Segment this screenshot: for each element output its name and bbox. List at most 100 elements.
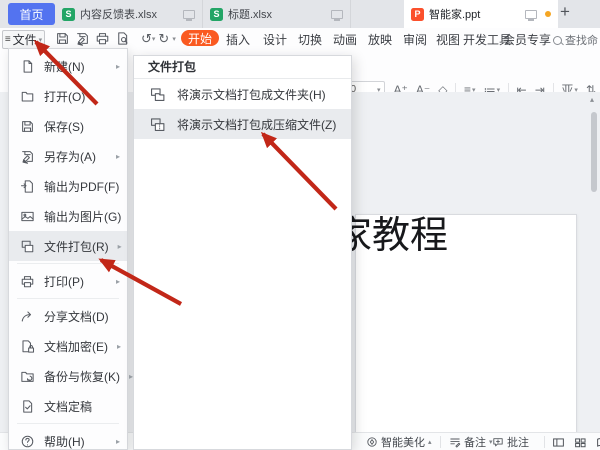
menu-item-label: 另存为(A) xyxy=(44,148,107,165)
file-menu-entry: 保存(S) xyxy=(9,111,127,141)
file-menu-item[interactable]: 输出为图片(G) xyxy=(9,201,127,231)
notes-icon xyxy=(449,436,461,448)
menu-item-icon xyxy=(20,239,35,254)
ribbon-tab[interactable]: 审阅 xyxy=(403,31,427,48)
file-menu-entry: 备份与恢复(K) ▸ xyxy=(9,361,127,391)
menu-item-icon xyxy=(20,399,35,414)
file-menu-item[interactable]: 新建(N) ▸ xyxy=(9,51,127,81)
comment-icon xyxy=(492,436,504,448)
file-menu-item[interactable]: 分享文档(D) xyxy=(9,301,127,331)
document-tab[interactable]: S 内容反馈表.xlsx xyxy=(55,0,203,28)
scroll-up-icon[interactable]: ▴ xyxy=(590,95,594,104)
menu-item-label: 文档加密(E) xyxy=(44,338,108,355)
file-menu-entry: 文件打包(R) ▸ xyxy=(9,231,127,264)
submenu-arrow-icon: ▸ xyxy=(117,342,121,351)
file-type-icon: P xyxy=(411,8,424,21)
file-type-icon: S xyxy=(62,8,75,21)
menu-item-label: 打开(O) xyxy=(44,88,121,105)
file-menu-entry: 打开(O) xyxy=(9,81,127,111)
ribbon-tab[interactable]: 放映 xyxy=(368,31,392,48)
menu-separator xyxy=(17,263,119,264)
submenu-item[interactable]: 将演示文档打包成压缩文件(Z) xyxy=(134,109,351,139)
document-tab[interactable]: P 智能家.ppt xyxy=(404,0,558,28)
document-tab[interactable]: S 标题.xlsx xyxy=(203,0,351,28)
submenu-arrow-icon: ▸ xyxy=(116,152,120,161)
scrollbar-thumb[interactable] xyxy=(591,112,597,192)
menu-separator xyxy=(17,298,119,299)
normal-view-icon[interactable] xyxy=(552,436,565,449)
ribbon-tab[interactable]: 视图 xyxy=(436,31,460,48)
new-tab-button[interactable]: + xyxy=(560,2,570,22)
file-menu-item[interactable]: 打开(O) xyxy=(9,81,127,111)
vertical-scrollbar[interactable]: ▴ xyxy=(589,92,600,432)
package-icon xyxy=(149,116,166,133)
wps-presentation-window: 首页 S 内容反馈表.xlsx S 标题.xlsx P xyxy=(0,0,600,450)
menu-item-label: 新建(N) xyxy=(44,58,107,75)
file-menu-item[interactable]: 打印(P) ▸ xyxy=(9,266,127,296)
file-menu-item[interactable]: 帮助(H) ▸ xyxy=(9,426,127,450)
tab-title: 标题.xlsx xyxy=(228,6,327,22)
screencast-icon[interactable] xyxy=(183,10,195,19)
ribbon-tab-start[interactable]: 开始 xyxy=(181,30,219,46)
file-menu-entry: 文档定稿 xyxy=(9,391,127,424)
file-menu-entry: 分享文档(D) xyxy=(9,301,127,331)
menu-item-icon xyxy=(20,309,35,324)
ribbon-tab[interactable]: 设计 xyxy=(263,31,287,48)
file-menu-item[interactable]: 另存为(A) ▸ xyxy=(9,141,127,171)
menu-item-label: 输出为图片(G) xyxy=(44,208,121,225)
menu-item-label: 文件打包(R) xyxy=(44,238,109,255)
divider xyxy=(544,436,545,448)
smart-beautify-button[interactable]: 智能美化 ▴ xyxy=(366,433,432,450)
ribbon-tab[interactable]: 切换 xyxy=(298,31,322,48)
chevron-up-icon: ▴ xyxy=(428,438,432,446)
ribbon-tab[interactable]: 会员专享 xyxy=(503,31,551,48)
menu-item-label: 备份与恢复(K) xyxy=(44,368,120,385)
ribbon-tab[interactable]: 插入 xyxy=(226,31,250,48)
menu-item-label: 保存(S) xyxy=(44,118,121,135)
menu-item-icon xyxy=(20,274,35,289)
screencast-icon[interactable] xyxy=(331,10,343,19)
file-menu-entry: 新建(N) ▸ xyxy=(9,51,127,81)
beautify-label: 智能美化 xyxy=(381,434,425,450)
view-switcher xyxy=(552,433,600,450)
submenu-item[interactable]: 将演示文档打包成文件夹(H) xyxy=(134,79,351,109)
file-menu-item[interactable]: 输出为PDF(F) xyxy=(9,171,127,201)
reading-view-icon[interactable] xyxy=(596,436,600,449)
comments-button[interactable]: 批注 xyxy=(492,433,529,450)
package-icon xyxy=(149,86,166,103)
file-menu-item[interactable]: 保存(S) xyxy=(9,111,127,141)
open-document-tabs: S 内容反馈表.xlsx S 标题.xlsx P 智能家.ppt xyxy=(55,0,558,28)
menu-item-label: 打印(P) xyxy=(44,273,107,290)
comments-label: 批注 xyxy=(507,434,529,450)
submenu-arrow-icon: ▸ xyxy=(116,277,120,286)
file-menu-entry: 打印(P) ▸ xyxy=(9,266,127,299)
menu-item-label: 文档定稿 xyxy=(44,398,121,415)
notes-label: 备注 xyxy=(464,434,486,450)
file-type-icon: S xyxy=(210,8,223,21)
file-menu-item[interactable]: 文档加密(E) ▸ xyxy=(9,331,127,361)
file-menu-item[interactable]: 文件打包(R) ▸ xyxy=(9,231,127,261)
menu-item-label: 输出为PDF(F) xyxy=(44,178,121,195)
menu-item-label: 帮助(H) xyxy=(44,433,107,450)
find-command-box[interactable]: 查找命 xyxy=(553,32,600,48)
menu-item-icon xyxy=(20,149,35,164)
screencast-icon[interactable] xyxy=(525,10,537,19)
file-menu-item[interactable]: 备份与恢复(K) ▸ xyxy=(9,361,127,391)
file-menu-entry: 另存为(A) ▸ xyxy=(9,141,127,171)
unsaved-dot-icon xyxy=(545,11,551,17)
divider xyxy=(440,436,441,448)
submenu-item-label: 将演示文档打包成文件夹(H) xyxy=(177,86,326,103)
submenu-title: 文件打包 xyxy=(134,56,351,78)
home-button[interactable]: 首页 xyxy=(8,3,55,25)
file-menu-entry: 输出为图片(G) xyxy=(9,201,127,231)
menu-item-icon xyxy=(20,209,35,224)
menu-item-icon xyxy=(20,119,35,134)
file-menu-item[interactable]: 文档定稿 xyxy=(9,391,127,421)
submenu-arrow-icon: ▸ xyxy=(116,62,120,71)
submenu-item-label: 将演示文档打包成压缩文件(Z) xyxy=(177,116,336,133)
file-menu-entry: 输出为PDF(F) xyxy=(9,171,127,201)
file-menu-entry: 文档加密(E) ▸ xyxy=(9,331,127,361)
slide-sorter-icon[interactable] xyxy=(574,436,587,449)
ribbon-tab[interactable]: 动画 xyxy=(333,31,357,48)
notes-button[interactable]: 备注 ▾ xyxy=(449,433,493,450)
